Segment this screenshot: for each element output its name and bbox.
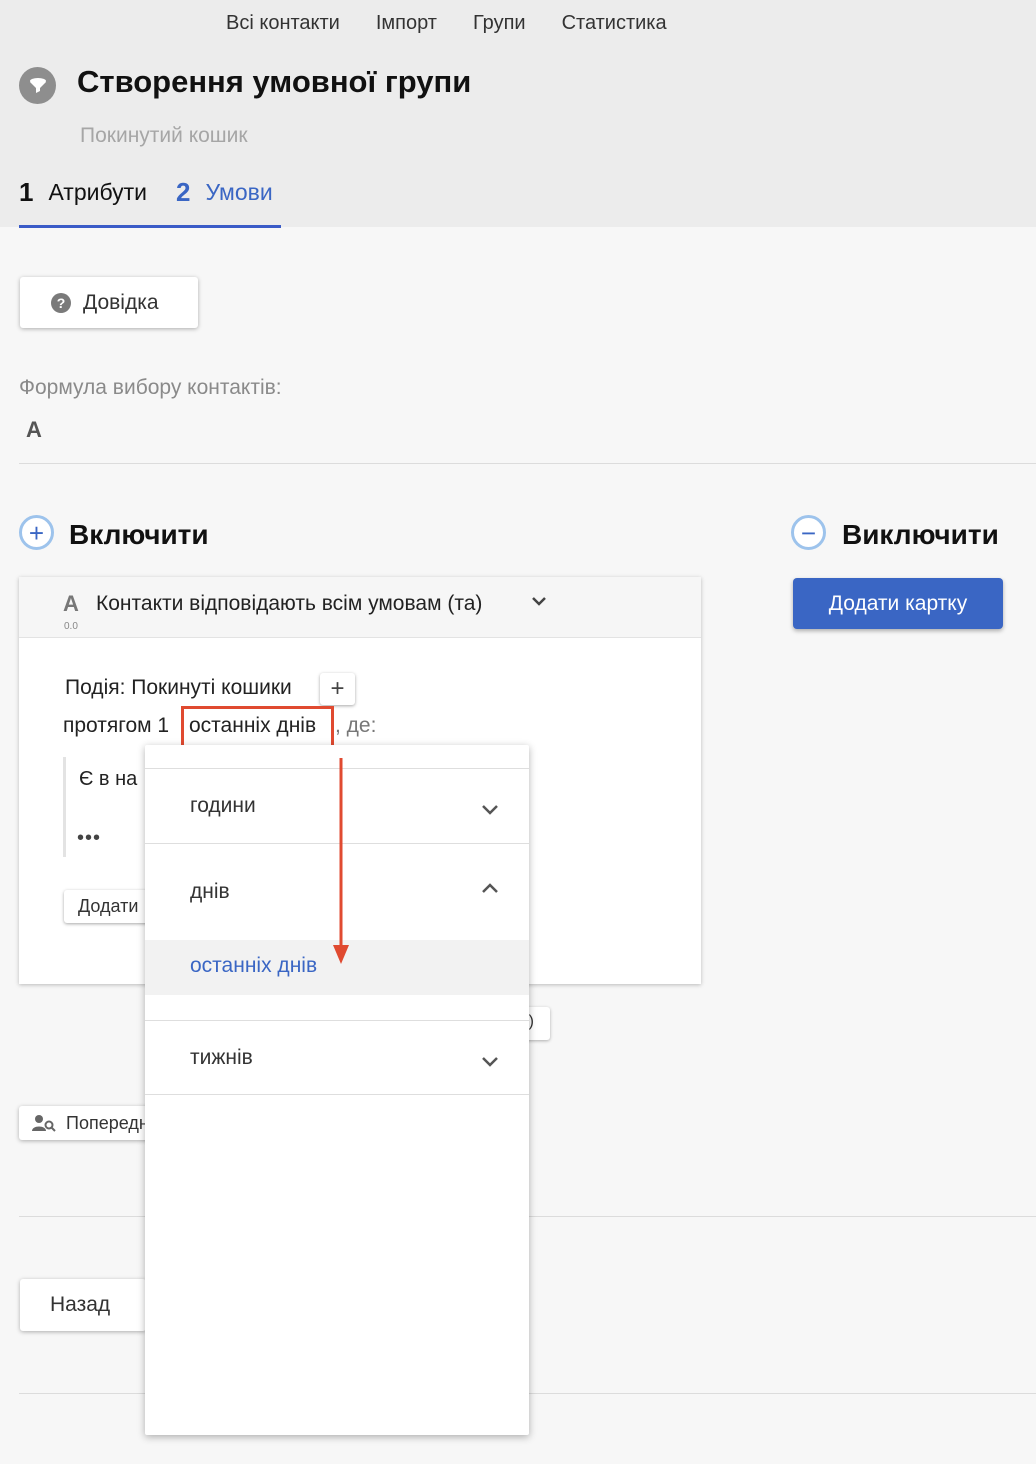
arrow-down-icon [333,758,349,964]
step-label: Атрибути [48,179,148,205]
top-navigation: Всі контакти Імпорт Групи Статистика [226,12,703,35]
event-label: Подія: Покинуті кошики [65,676,292,699]
user-search-icon [32,1115,56,1132]
back-button-label: Назад [50,1293,111,1316]
period-prefix: протягом 1 [63,714,170,737]
step-number: 2 [176,177,191,207]
card-version: 0.0 [64,621,78,632]
nav-statistics[interactable]: Статистика [562,12,667,35]
dropdown-group-hours[interactable]: години [190,794,256,818]
tab-conditions[interactable]: 2 Умови [176,176,281,228]
minus-circle-icon[interactable]: − [791,515,826,550]
chevron-up-icon[interactable] [480,879,500,899]
page-title: Створення умовної групи [77,64,472,99]
back-button[interactable]: Назад [20,1279,146,1331]
nav-import[interactable]: Імпорт [376,12,437,35]
period-suffix: , де: [335,714,377,737]
plus-circle-icon[interactable]: + [19,515,54,550]
filter-icon [19,67,56,104]
help-button-label: Довідка [83,290,159,314]
dropdown-group-weeks[interactable]: тижнів [190,1046,253,1070]
chevron-down-icon[interactable] [480,1051,500,1071]
dropdown-option-label: останніх днів [190,954,318,977]
card-header: A 0.0 Контакти відповідають всім умовам … [19,577,701,638]
chevron-down-icon[interactable] [531,594,547,612]
more-icon[interactable]: ••• [77,827,101,850]
dropdown-group-days[interactable]: днів [190,880,230,904]
highlight-box [181,706,334,750]
page-header: Всі контакти Імпорт Групи Статистика Ств… [0,0,1036,228]
nested-condition-text: Є в на [79,768,138,790]
formula-value: A [26,417,42,442]
chevron-down-icon[interactable] [480,799,500,819]
divider [19,463,1036,464]
question-icon: ? [51,292,71,313]
step-number: 1 [19,177,34,207]
nav-groups[interactable]: Групи [473,12,526,35]
page-subtitle: Покинутий кошик [80,124,248,147]
step-label: Умови [205,179,273,205]
dropdown-divider [145,1094,529,1095]
formula-label: Формула вибору контактів: [19,376,282,399]
card-letter: A [63,591,79,616]
help-button[interactable]: ? Довідка [20,277,198,328]
add-card-button[interactable]: Додати картку [793,578,1003,629]
dropdown-divider [145,1020,529,1021]
preview-button[interactable]: Попередн [19,1106,159,1140]
exclude-title: Виключити [842,519,999,550]
nav-all-contacts[interactable]: Всі контакти [226,12,340,35]
tab-attributes[interactable]: 1 Атрибути [19,176,176,228]
condition-select[interactable]: Контакти відповідають всім умовам (та) [96,592,482,616]
include-title: Включити [69,519,209,550]
preview-button-label: Попередн [66,1112,149,1133]
add-condition-button[interactable]: + [320,673,355,705]
